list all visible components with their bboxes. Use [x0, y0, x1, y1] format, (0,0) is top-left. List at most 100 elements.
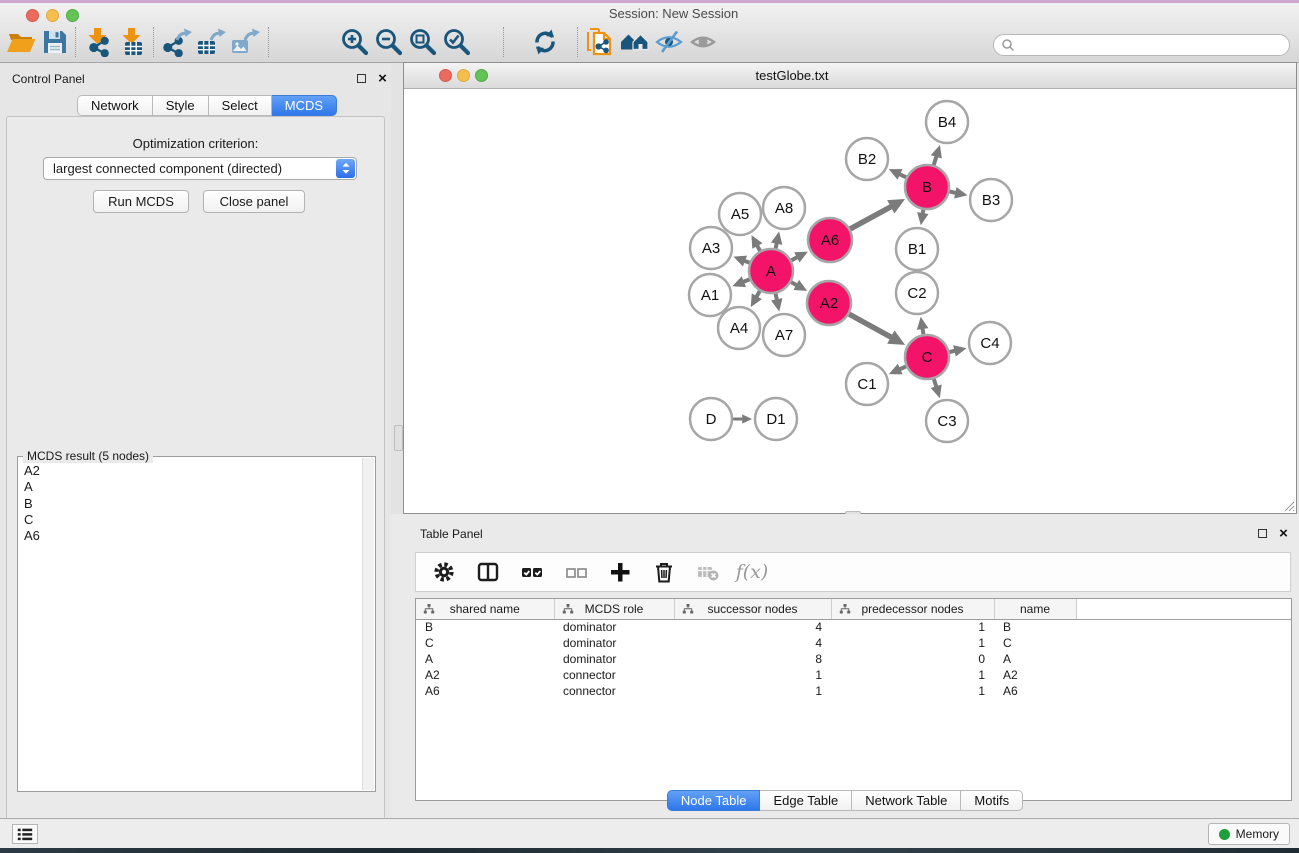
- table-cell[interactable]: B: [416, 619, 554, 635]
- network-canvas[interactable]: B4B2BB3A5A8A6B1A3AC2A1A2A4A7C4CC1C3DD1: [404, 90, 1296, 513]
- table-cell[interactable]: A: [416, 651, 554, 667]
- refresh-button[interactable]: [530, 26, 560, 58]
- select-all-rows-button[interactable]: [518, 558, 546, 586]
- zoom-out-button[interactable]: [374, 26, 404, 58]
- minimize-network-button[interactable]: [457, 69, 470, 82]
- import-network-button[interactable]: [84, 26, 114, 58]
- table-row[interactable]: A2connector11A2: [416, 667, 1291, 683]
- open-session-button[interactable]: [6, 26, 36, 58]
- table-cell[interactable]: 0: [831, 651, 994, 667]
- toolbar-group: [84, 26, 148, 58]
- close-panel-button[interactable]: ×: [376, 72, 389, 85]
- export-table-button[interactable]: [196, 26, 226, 58]
- table-row[interactable]: Cdominator41C: [416, 635, 1291, 651]
- tab-network-table[interactable]: Network Table: [852, 790, 961, 811]
- table-cell[interactable]: dominator: [554, 651, 674, 667]
- table-cell[interactable]: A2: [994, 667, 1076, 683]
- column-header-shared-name[interactable]: shared name: [416, 599, 554, 619]
- column-header-MCDS-role[interactable]: MCDS role: [554, 599, 674, 619]
- show-all-button[interactable]: [688, 26, 718, 58]
- search-input[interactable]: [1015, 36, 1289, 54]
- memory-button[interactable]: Memory: [1208, 823, 1290, 845]
- float-table-panel-button[interactable]: [1257, 527, 1270, 540]
- network-graph[interactable]: B4B2BB3A5A8A6B1A3AC2A1A2A4A7C4CC1C3DD1: [404, 90, 1296, 513]
- tab-motifs[interactable]: Motifs: [961, 790, 1023, 811]
- table-cell[interactable]: 1: [831, 635, 994, 651]
- table-cell[interactable]: dominator: [554, 619, 674, 635]
- task-history-button[interactable]: [12, 824, 38, 844]
- run-mcds-button[interactable]: Run MCDS: [93, 190, 189, 213]
- column-header-successor-nodes[interactable]: successor nodes: [674, 599, 831, 619]
- tab-node-table[interactable]: Node Table: [667, 790, 761, 811]
- table-cell[interactable]: dominator: [554, 635, 674, 651]
- table-cell[interactable]: 8: [674, 651, 831, 667]
- table-row[interactable]: Adominator80A: [416, 651, 1291, 667]
- close-network-button[interactable]: [439, 69, 452, 82]
- tab-network[interactable]: Network: [77, 95, 153, 116]
- zoom-fit-button[interactable]: [408, 26, 438, 58]
- table-cell[interactable]: 1: [831, 619, 994, 635]
- resize-handle[interactable]: [1282, 499, 1295, 512]
- delete-columns-button[interactable]: [650, 558, 678, 586]
- table-cell[interactable]: 1: [674, 667, 831, 683]
- table-cell[interactable]: 1: [831, 667, 994, 683]
- column-header-predecessor-nodes[interactable]: predecessor nodes: [831, 599, 994, 619]
- close-panel-button-mcds[interactable]: Close panel: [203, 190, 305, 213]
- edge-A2-C[interactable]: [849, 314, 892, 338]
- maximize-network-button[interactable]: [475, 69, 488, 82]
- node-label-A: A: [766, 263, 776, 280]
- table-cell[interactable]: 1: [674, 683, 831, 699]
- edge-A6-B[interactable]: [850, 206, 892, 229]
- check-pair-icon: [520, 560, 544, 584]
- table-cell[interactable]: 4: [674, 619, 831, 635]
- zoom-selected-button[interactable]: [442, 26, 472, 58]
- select-stepper[interactable]: [336, 159, 355, 178]
- float-panel-button[interactable]: [356, 72, 369, 85]
- export-network-button[interactable]: [162, 26, 192, 58]
- split-panel-button[interactable]: [474, 558, 502, 586]
- table-cell[interactable]: B: [994, 619, 1076, 635]
- table-row[interactable]: A6connector11A6: [416, 683, 1291, 699]
- tab-edge-table[interactable]: Edge Table: [760, 790, 852, 811]
- node-label-C4: C4: [980, 335, 999, 352]
- import-table-button[interactable]: [118, 26, 148, 58]
- table-cell[interactable]: 4: [674, 635, 831, 651]
- mcds-result-item[interactable]: B: [24, 496, 361, 512]
- column-header-name[interactable]: name: [994, 599, 1076, 619]
- import-network-icon: [84, 27, 114, 57]
- table-cell[interactable]: A: [994, 651, 1076, 667]
- table-cell[interactable]: A6: [416, 683, 554, 699]
- tab-select[interactable]: Select: [209, 95, 272, 116]
- save-session-button[interactable]: [40, 26, 70, 58]
- tab-style[interactable]: Style: [153, 95, 209, 116]
- tab-mcds[interactable]: MCDS: [272, 95, 337, 116]
- first-neighbors-button[interactable]: [620, 26, 650, 58]
- network-window-titlebar[interactable]: testGlobe.txt: [404, 63, 1296, 89]
- mcds-result-item[interactable]: A: [24, 479, 361, 495]
- column-settings-button[interactable]: [430, 558, 458, 586]
- mcds-result-item[interactable]: C: [24, 512, 361, 528]
- close-table-panel-button[interactable]: ×: [1277, 527, 1290, 540]
- export-image-button[interactable]: [230, 26, 260, 58]
- duplicate-network-button[interactable]: [586, 26, 616, 58]
- table-row[interactable]: Bdominator41B: [416, 619, 1291, 635]
- create-column-button[interactable]: [606, 558, 634, 586]
- vertical-splitter-handle[interactable]: [394, 425, 403, 451]
- edge-arrowhead-C-C3: [931, 385, 942, 399]
- result-scrollbar[interactable]: [362, 458, 374, 790]
- zoom-in-button[interactable]: [340, 26, 370, 58]
- mcds-result-item[interactable]: A6: [24, 528, 361, 544]
- table-cell[interactable]: connector: [554, 667, 674, 683]
- mcds-result-item[interactable]: A2: [24, 463, 361, 479]
- table-cell[interactable]: A2: [416, 667, 554, 683]
- table-cell[interactable]: 1: [831, 683, 994, 699]
- table-cell[interactable]: A6: [994, 683, 1076, 699]
- optimization-criterion-select[interactable]: largest connected component (directed): [43, 157, 357, 180]
- table-cell[interactable]: C: [416, 635, 554, 651]
- hide-selected-button[interactable]: [654, 26, 684, 58]
- deselect-all-rows-button[interactable]: [562, 558, 590, 586]
- search-box[interactable]: [993, 34, 1290, 56]
- node-label-C3: C3: [937, 413, 956, 430]
- table-cell[interactable]: connector: [554, 683, 674, 699]
- table-cell[interactable]: C: [994, 635, 1076, 651]
